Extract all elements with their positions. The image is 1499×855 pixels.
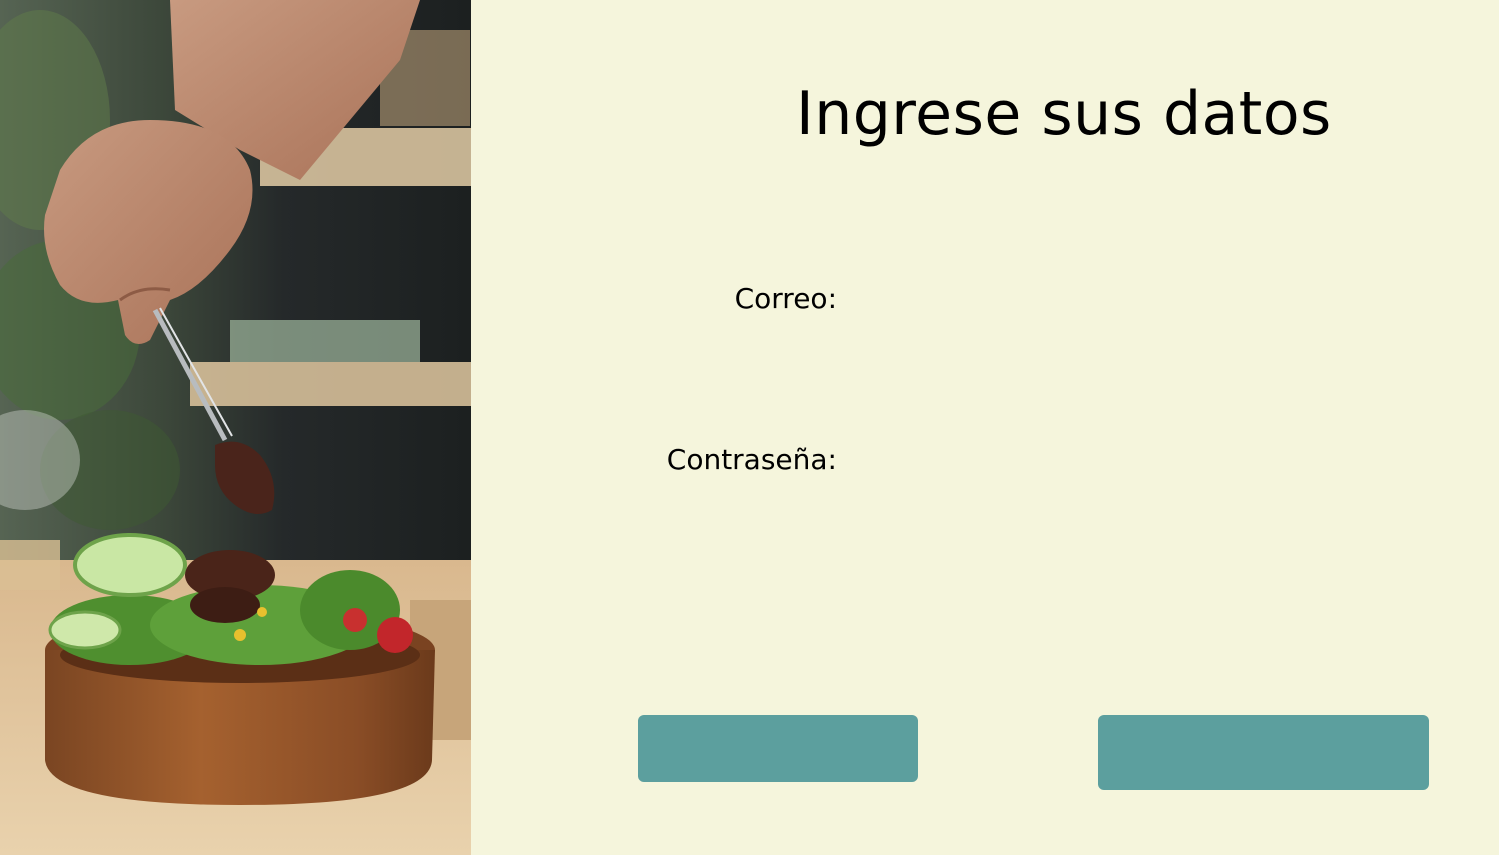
right-action-button[interactable] — [1098, 715, 1429, 790]
page-title: Ingrese sus datos — [796, 79, 1332, 149]
hero-photo — [0, 0, 471, 855]
email-label: Correo: — [734, 282, 837, 315]
login-page: Ingrese sus datos Correo: Contraseña: — [0, 0, 1499, 855]
password-label: Contraseña: — [666, 443, 837, 476]
password-field[interactable] — [850, 441, 1410, 481]
left-action-button[interactable] — [638, 715, 918, 782]
chef-plating-salad-image — [0, 0, 471, 855]
email-field[interactable] — [850, 280, 1410, 320]
